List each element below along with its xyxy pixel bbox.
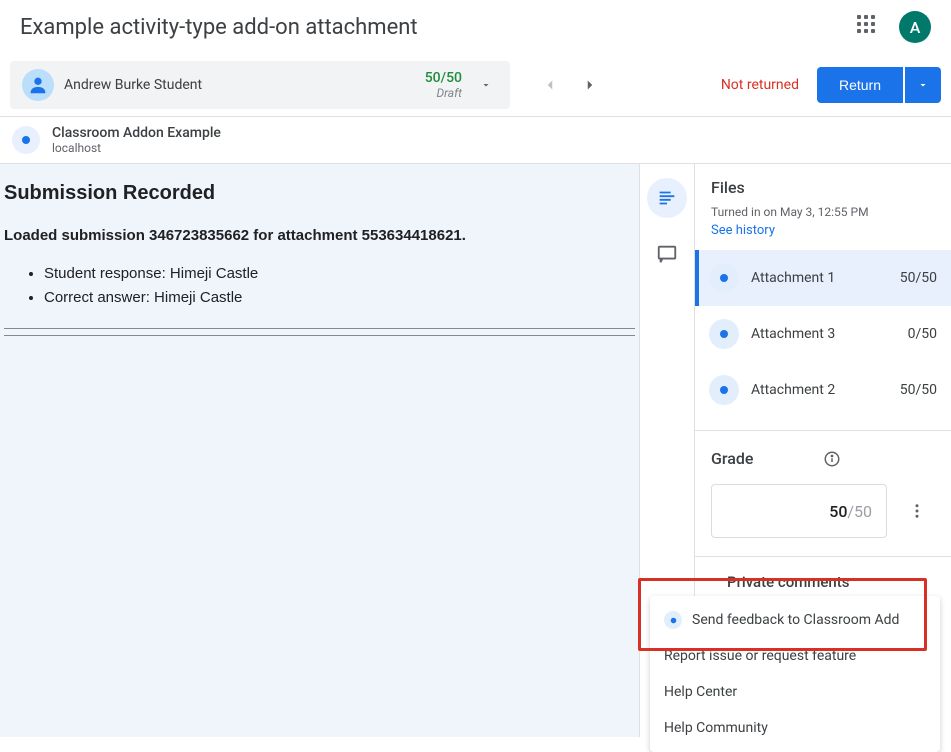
page-title: Example activity-type add-on attachment <box>20 15 857 40</box>
return-dropdown-button[interactable] <box>905 67 941 103</box>
addon-icon <box>12 126 40 154</box>
popup-help-center[interactable]: Help Center <box>650 674 940 710</box>
attachment-item[interactable]: Attachment 2 50/50 <box>695 362 951 418</box>
attachment-label: Attachment 3 <box>751 326 908 342</box>
popup-help-community[interactable]: Help Community <box>650 710 940 746</box>
popup-item-label: Help Center <box>664 684 737 700</box>
draft-label: Draft <box>425 86 462 100</box>
grade-input[interactable]: 50/50 <box>711 484 887 538</box>
divider <box>4 335 635 336</box>
return-button[interactable]: Return <box>817 67 903 103</box>
chevron-down-icon <box>470 79 502 91</box>
addon-subtitle: localhost <box>52 141 221 155</box>
see-history-link[interactable]: See history <box>695 219 951 250</box>
prev-student-button[interactable] <box>530 65 570 105</box>
next-student-button[interactable] <box>570 65 610 105</box>
account-avatar[interactable]: A <box>899 11 931 43</box>
grade-denom: /50 <box>847 502 872 521</box>
student-avatar-icon <box>22 69 54 101</box>
more-icon[interactable] <box>899 493 935 529</box>
tab-comments-icon[interactable] <box>647 234 687 274</box>
divider <box>4 328 635 329</box>
attachment-grade: 50/50 <box>900 270 937 286</box>
attachment-item[interactable]: Attachment 1 50/50 <box>695 250 951 306</box>
help-popup: Send feedback to Classroom Add Report is… <box>650 596 940 752</box>
student-selector[interactable]: Andrew Burke Student 50/50 Draft <box>10 61 510 109</box>
popup-item-label: Help Community <box>664 720 768 736</box>
files-heading: Files <box>695 178 951 197</box>
attachment-label: Attachment 1 <box>751 270 900 286</box>
popup-report-issue[interactable]: Report issue or request feature <box>650 638 940 674</box>
status-not-returned: Not returned <box>721 77 799 93</box>
attachment-label: Attachment 2 <box>751 382 900 398</box>
addon-icon <box>664 611 682 629</box>
list-item: Correct answer: Himeji Castle <box>44 286 635 310</box>
popup-item-label: Send feedback to Classroom Add <box>692 612 899 628</box>
main-content: Submission Recorded Loaded submission 34… <box>0 164 639 737</box>
loaded-text: Loaded submission 346723835662 for attac… <box>4 227 635 244</box>
attachment-icon <box>709 263 739 293</box>
submission-heading: Submission Recorded <box>4 182 635 205</box>
attachment-grade: 50/50 <box>900 382 937 398</box>
popup-item-label: Report issue or request feature <box>664 648 856 664</box>
apps-icon[interactable] <box>857 15 881 39</box>
tab-files-icon[interactable] <box>647 178 687 218</box>
popup-send-feedback[interactable]: Send feedback to Classroom Add <box>650 602 940 638</box>
grade-heading: Grade <box>711 449 823 468</box>
addon-title: Classroom Addon Example <box>52 125 221 141</box>
private-comments-heading: Private comments <box>711 573 935 591</box>
attachment-grade: 0/50 <box>908 326 937 342</box>
student-grade: 50/50 <box>425 70 462 86</box>
list-item: Student response: Himeji Castle <box>44 262 635 286</box>
info-icon[interactable] <box>823 450 935 468</box>
grade-value: 50 <box>829 502 847 521</box>
attachment-icon <box>709 375 739 405</box>
turned-in-text: Turned in on May 3, 12:55 PM <box>695 205 951 219</box>
attachment-icon <box>709 319 739 349</box>
attachment-item[interactable]: Attachment 3 0/50 <box>695 306 951 362</box>
student-name: Andrew Burke Student <box>64 77 425 93</box>
